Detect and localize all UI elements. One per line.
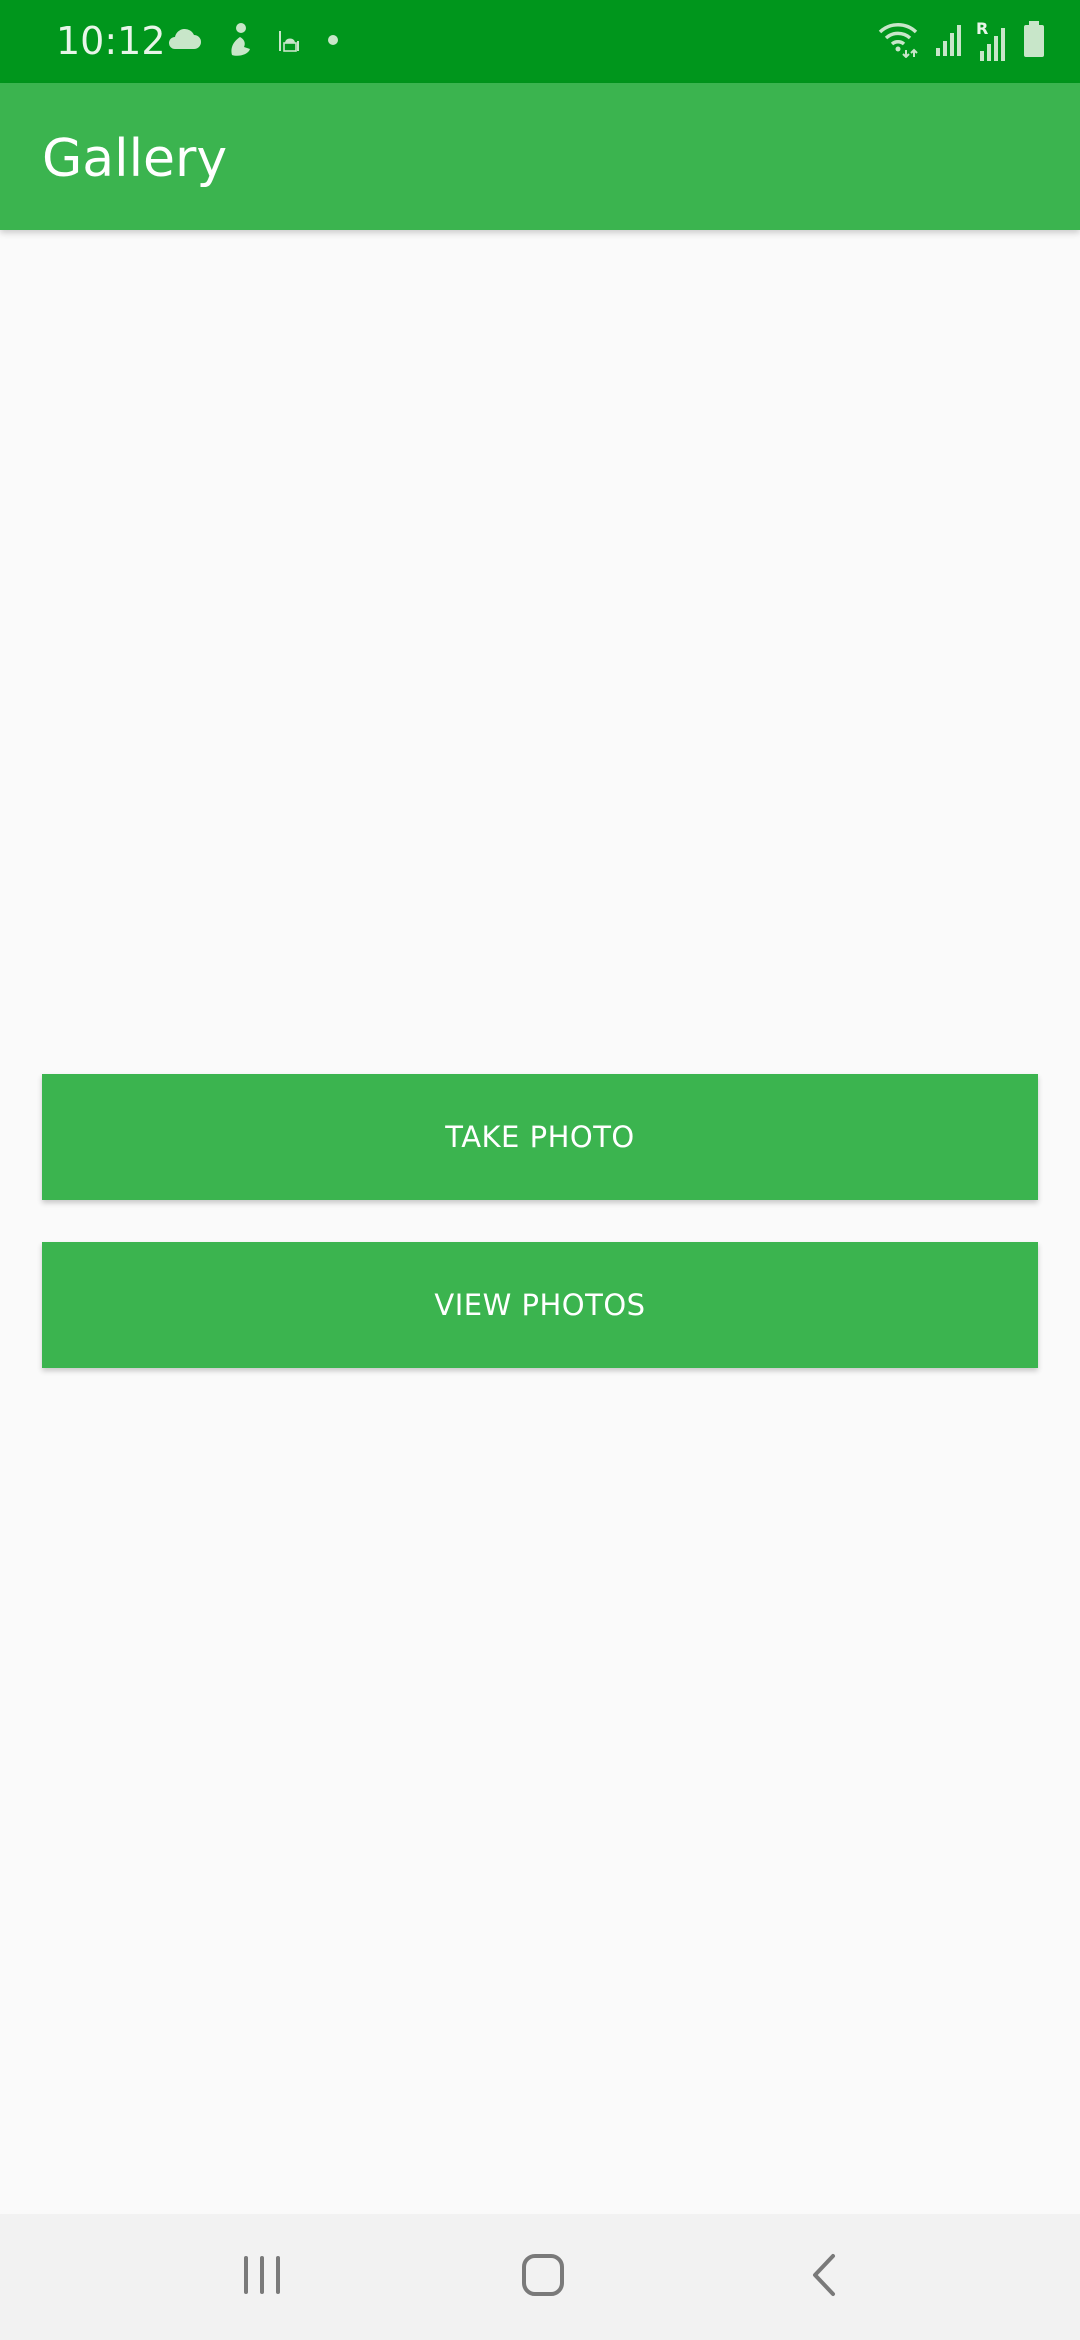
wifi-icon (876, 20, 920, 62)
home-icon (521, 2253, 565, 2301)
back-button[interactable] (764, 2234, 884, 2320)
signal-icon (934, 22, 962, 60)
navigation-bar (0, 2214, 1080, 2340)
take-photo-button[interactable]: TAKE PHOTO (42, 1074, 1038, 1200)
battery-icon (1022, 19, 1046, 63)
status-icons-left (166, 20, 340, 62)
status-bar: 10:12 R (0, 0, 1080, 83)
recent-apps-button[interactable] (202, 2234, 322, 2320)
mosque-icon (276, 25, 304, 57)
cloud-icon (166, 27, 202, 55)
view-photos-button[interactable]: VIEW PHOTOS (42, 1242, 1038, 1368)
home-button[interactable] (483, 2234, 603, 2320)
person-icon (224, 21, 254, 61)
status-icons-right: R (876, 18, 1046, 64)
status-time: 10:12 (56, 19, 166, 63)
app-bar: Gallery (0, 83, 1080, 230)
page-title: Gallery (42, 129, 228, 189)
notification-dot-icon (326, 32, 340, 51)
signal-roaming-icon: R (976, 19, 1008, 61)
back-icon (809, 2253, 839, 2301)
recent-apps-icon (240, 2254, 284, 2300)
